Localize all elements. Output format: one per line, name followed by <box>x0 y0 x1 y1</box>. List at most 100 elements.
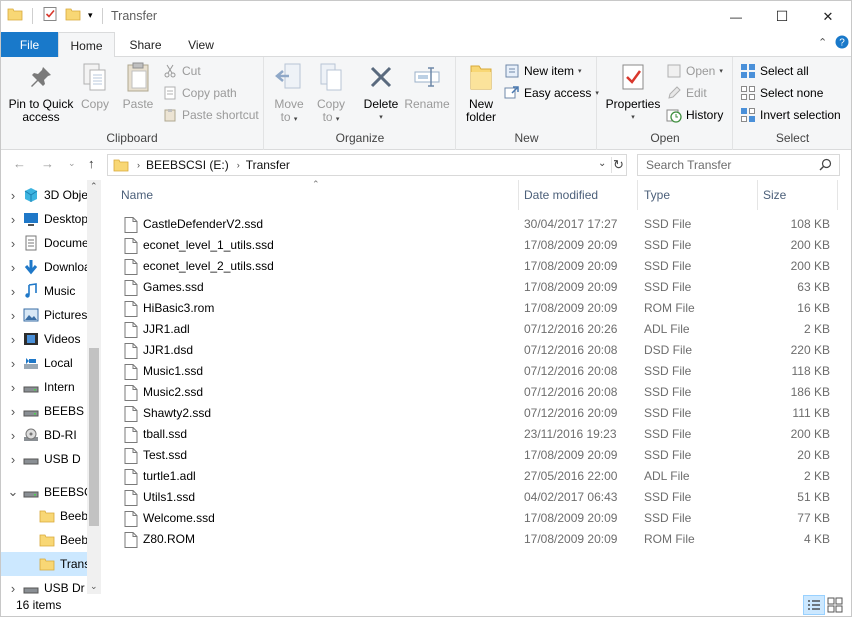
new-folder-button[interactable]: New folder <box>461 61 501 124</box>
maximize-button[interactable]: ☐ <box>759 1 805 32</box>
nav-item[interactable]: › Local <box>1 351 87 375</box>
file-row[interactable]: Utils1.ssd 04/02/2017 06:43 SSD File 51 KB <box>121 487 841 508</box>
search-input[interactable]: Search Transfer <box>637 154 840 176</box>
file-row[interactable]: JJR1.dsd 07/12/2016 20:08 DSD File 220 KB <box>121 340 841 361</box>
copy-to-button[interactable]: Copy to ▾ <box>313 61 349 126</box>
expand-chevron-icon[interactable]: › <box>3 212 23 227</box>
column-divider[interactable] <box>637 180 638 210</box>
easy-access-button[interactable]: Easy access ▾ <box>504 83 599 103</box>
file-row[interactable]: Test.ssd 17/08/2009 20:09 SSD File 20 KB <box>121 445 841 466</box>
nav-item[interactable]: BeebS <box>1 528 87 552</box>
rename-button[interactable]: Rename <box>403 61 451 111</box>
column-header-date[interactable]: Date modified <box>519 180 637 210</box>
edit-button[interactable]: Edit <box>666 83 707 103</box>
minimize-button[interactable]: — <box>713 1 759 32</box>
column-header-size[interactable]: Size <box>758 180 838 210</box>
refresh-icon[interactable]: ↻ <box>613 157 624 173</box>
expand-chevron-icon[interactable]: › <box>3 356 23 371</box>
nav-item[interactable]: › Music <box>1 279 87 303</box>
new-item-button[interactable]: New item ▾ <box>504 61 582 81</box>
expand-chevron-icon[interactable]: › <box>3 428 23 443</box>
nav-item[interactable]: BeebS <box>1 504 87 528</box>
expand-chevron-icon[interactable]: › <box>3 284 23 299</box>
details-view-icon[interactable] <box>803 595 825 615</box>
expand-chevron-icon[interactable]: › <box>3 308 23 323</box>
open-button[interactable]: Open ▾ <box>666 61 723 81</box>
address-bar[interactable]: › BEEBSCSI (E:) › Transfer ⌄ ↻ <box>107 154 627 176</box>
file-row[interactable]: Music1.ssd 07/12/2016 20:08 SSD File 118 KB <box>121 361 841 382</box>
tab-share[interactable]: Share <box>118 32 173 57</box>
file-row[interactable]: tball.ssd 23/11/2016 19:23 SSD File 200 KB <box>121 424 841 445</box>
file-row[interactable]: econet_level_1_utils.ssd 17/08/2009 20:09… <box>121 235 841 256</box>
column-header-type[interactable]: Type <box>639 180 757 210</box>
customize-toolbar-icon[interactable]: ▾ <box>88 10 93 21</box>
column-header-name[interactable]: Name <box>116 180 518 210</box>
nav-scrollbar[interactable]: ⌃ ⌄ <box>87 180 101 594</box>
help-icon[interactable]: ? <box>835 35 849 52</box>
copy-path-button[interactable]: Copy path <box>162 83 237 103</box>
expand-chevron-icon[interactable]: › <box>3 260 23 275</box>
column-divider[interactable] <box>837 180 838 210</box>
nav-item[interactable]: › BEEBS <box>1 399 87 423</box>
breadcrumb-folder[interactable]: Transfer <box>246 158 290 172</box>
cut-button[interactable]: Cut <box>162 61 201 81</box>
scroll-up-icon[interactable]: ⌃ <box>90 181 98 192</box>
expand-chevron-icon[interactable]: › <box>3 380 23 395</box>
paste-button[interactable]: Paste <box>119 61 157 111</box>
search-icon[interactable] <box>819 158 832 174</box>
close-button[interactable]: ✕ <box>805 1 851 32</box>
copy-button[interactable]: Copy <box>77 61 113 111</box>
expand-chevron-icon[interactable]: › <box>3 332 23 347</box>
address-dropdown-icon[interactable]: ⌄ <box>598 158 606 169</box>
nav-item[interactable]: › USB Dr <box>1 576 87 595</box>
recent-locations-icon[interactable]: ⌄ <box>68 158 76 169</box>
file-row[interactable]: HiBasic3.rom 17/08/2009 20:09 ROM File 16 K… <box>121 298 841 319</box>
tab-file[interactable]: File <box>1 32 58 57</box>
select-all-button[interactable]: Select all <box>740 61 809 81</box>
nav-item[interactable]: › BD-RI <box>1 423 87 447</box>
file-row[interactable]: CastleDefenderV2.ssd 30/04/2017 17:27 SSD … <box>121 214 841 235</box>
nav-item[interactable]: › Intern <box>1 375 87 399</box>
new-folder-icon[interactable] <box>65 6 81 25</box>
breadcrumb-chevron-icon[interactable]: › <box>237 160 240 170</box>
file-row[interactable]: Games.ssd 17/08/2009 20:09 SSD File 63 KB <box>121 277 841 298</box>
large-icons-view-icon[interactable] <box>827 597 843 616</box>
file-row[interactable]: Shawty2.ssd 07/12/2016 20:09 SSD File 111 K… <box>121 403 841 424</box>
expand-chevron-icon[interactable]: › <box>3 236 23 251</box>
nav-scrollbar-thumb[interactable] <box>89 348 99 526</box>
file-row[interactable]: Z80.ROM 17/08/2009 20:09 ROM File 4 KB <box>121 529 841 550</box>
file-row[interactable]: econet_level_2_utils.ssd 17/08/2009 20:09… <box>121 256 841 277</box>
file-row[interactable]: Welcome.ssd 17/08/2009 20:09 SSD File 77 KB <box>121 508 841 529</box>
file-row[interactable]: Music2.ssd 07/12/2016 20:08 SSD File 186 KB <box>121 382 841 403</box>
nav-item[interactable]: › Pictures <box>1 303 87 327</box>
nav-item[interactable]: › Videos <box>1 327 87 351</box>
properties-icon[interactable] <box>42 6 58 25</box>
scroll-down-icon[interactable]: ⌄ <box>90 581 98 592</box>
move-to-button[interactable]: Move to ▾ <box>271 61 307 126</box>
forward-arrow-icon[interactable]: → <box>41 156 54 171</box>
back-arrow-icon[interactable]: ← <box>13 156 26 171</box>
expand-chevron-icon[interactable]: › <box>3 452 23 467</box>
select-none-button[interactable]: Select none <box>740 83 823 103</box>
expand-chevron-icon[interactable]: › <box>3 404 23 419</box>
pin-quick-access-button[interactable]: Pin to Quick access <box>7 61 75 124</box>
expand-chevron-icon[interactable]: › <box>3 188 23 203</box>
expand-ribbon-icon[interactable]: ⌃ <box>818 36 827 49</box>
tab-home[interactable]: Home <box>58 32 115 58</box>
nav-item[interactable]: Transf <box>1 552 87 576</box>
delete-button[interactable]: Delete ▾ <box>361 61 401 124</box>
nav-item[interactable]: ⌄ BEEBSC <box>1 480 87 504</box>
up-arrow-icon[interactable]: ↑ <box>88 156 95 171</box>
breadcrumb-chevron-icon[interactable]: › <box>137 160 140 170</box>
nav-item[interactable]: › Documents <box>1 231 87 255</box>
history-button[interactable]: History <box>666 105 723 125</box>
nav-item[interactable]: › Desktop <box>1 207 87 231</box>
tab-view[interactable]: View <box>173 32 229 57</box>
nav-item[interactable]: › 3D Objects <box>1 183 87 207</box>
paste-shortcut-button[interactable]: Paste shortcut <box>162 105 259 125</box>
expand-chevron-icon[interactable]: › <box>3 581 23 595</box>
breadcrumb-drive[interactable]: BEEBSCSI (E:) <box>146 158 229 172</box>
properties-button[interactable]: Properties ▾ <box>606 61 660 124</box>
file-row[interactable]: turtle1.adl 27/05/2016 22:00 ADL File 2 KB <box>121 466 841 487</box>
nav-item[interactable]: › Downloads <box>1 255 87 279</box>
